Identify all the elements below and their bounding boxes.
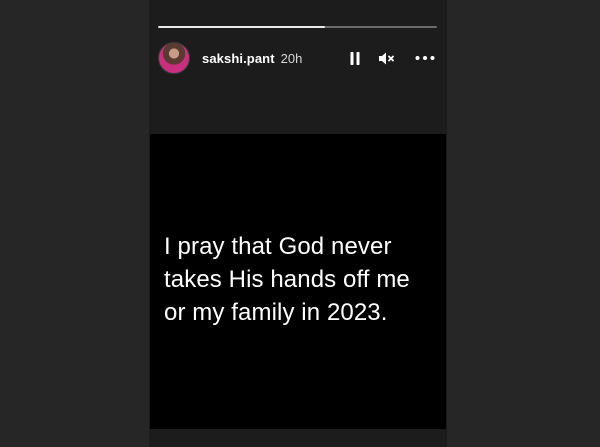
story-content: I pray that God never takes His hands of… bbox=[150, 134, 446, 429]
more-options-icon bbox=[415, 56, 435, 60]
pause-icon bbox=[350, 51, 360, 65]
username-link[interactable]: sakshi.pant bbox=[202, 51, 275, 66]
more-options-button[interactable] bbox=[415, 48, 435, 68]
story-quote-text: I pray that God never takes His hands of… bbox=[164, 233, 410, 326]
avatar[interactable] bbox=[158, 42, 190, 74]
story-controls bbox=[345, 41, 435, 75]
pause-button[interactable] bbox=[345, 48, 365, 68]
story-header: sakshi.pant 20h bbox=[158, 41, 438, 75]
post-time: 20h bbox=[280, 50, 303, 66]
story-progress-bar bbox=[158, 26, 437, 28]
mute-button[interactable] bbox=[377, 48, 397, 68]
story-progress-fill bbox=[158, 26, 326, 28]
story-viewer[interactable]: sakshi.pant 20h I pray that God never ta… bbox=[149, 0, 447, 447]
muted-speaker-icon bbox=[379, 52, 394, 64]
